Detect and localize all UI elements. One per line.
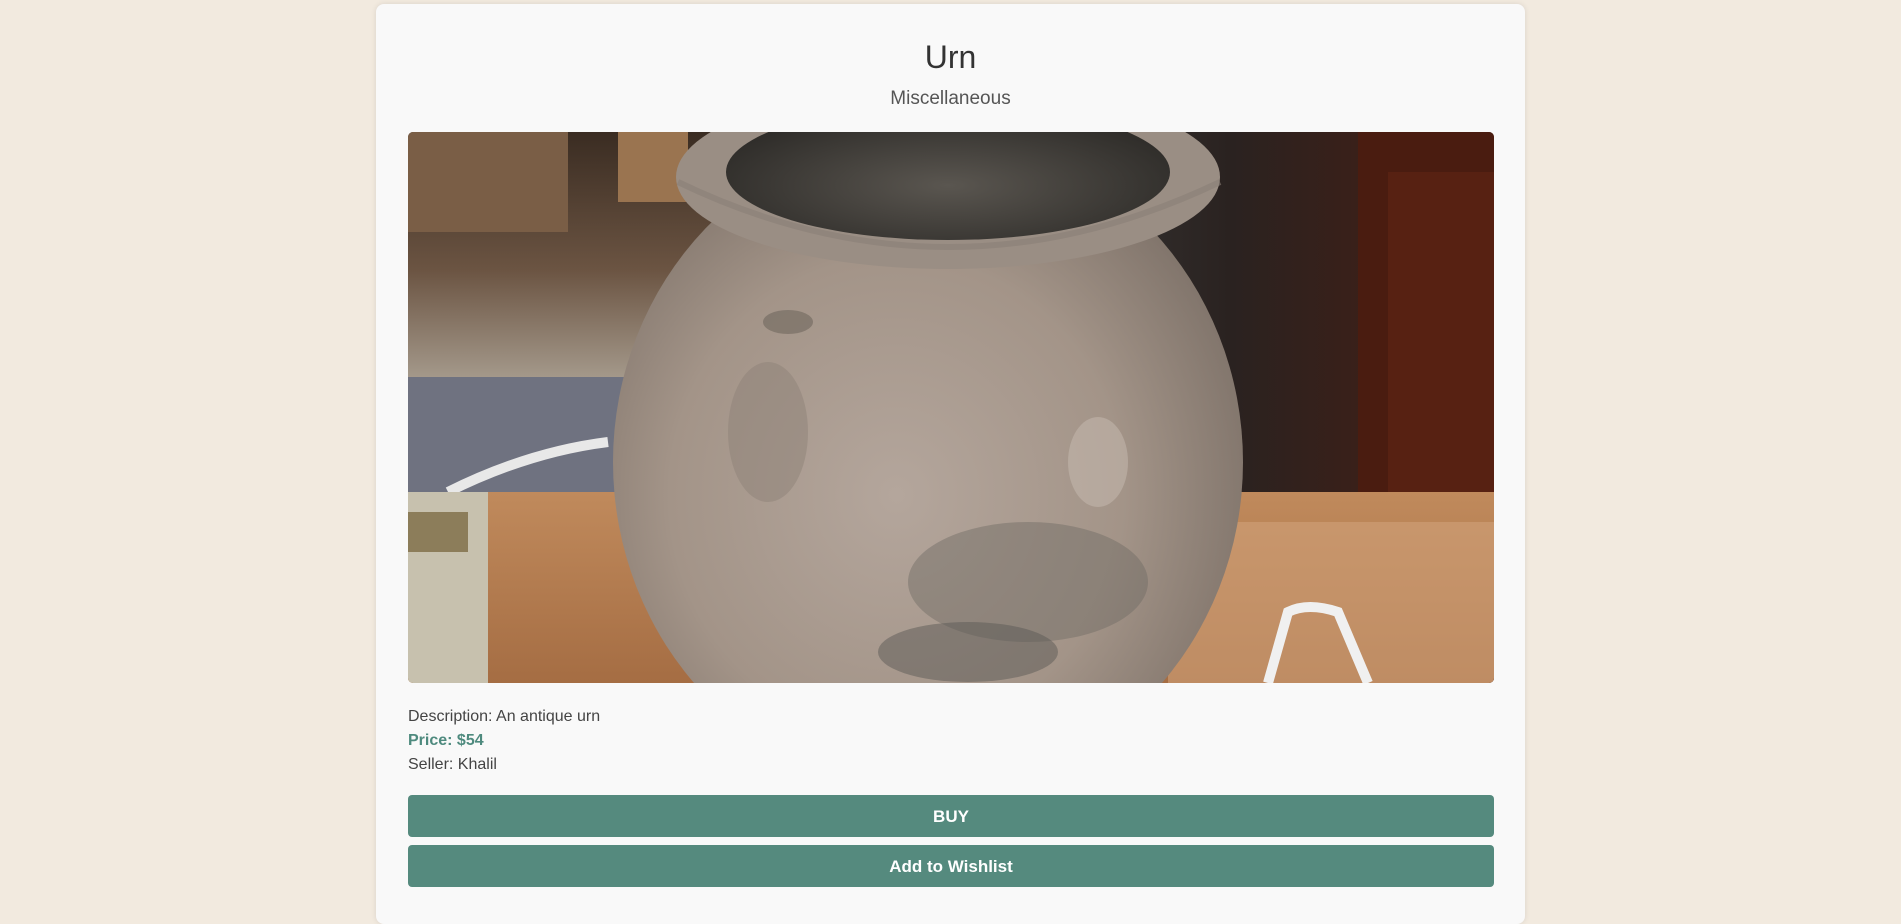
product-seller: Seller: Khalil	[408, 756, 497, 773]
product-category: Miscellaneous	[890, 88, 1011, 109]
product-description: Description: An antique urn	[408, 708, 601, 725]
add-to-wishlist-button[interactable]: Add to Wishlist	[408, 845, 1494, 887]
product-image	[408, 132, 1494, 683]
product-title: Urn	[924, 39, 977, 75]
product-price: Price: $54	[408, 732, 484, 749]
buy-button[interactable]: BUY	[408, 795, 1494, 837]
product-card: Urn Miscellaneous Description: An antiqu…	[376, 4, 1525, 924]
